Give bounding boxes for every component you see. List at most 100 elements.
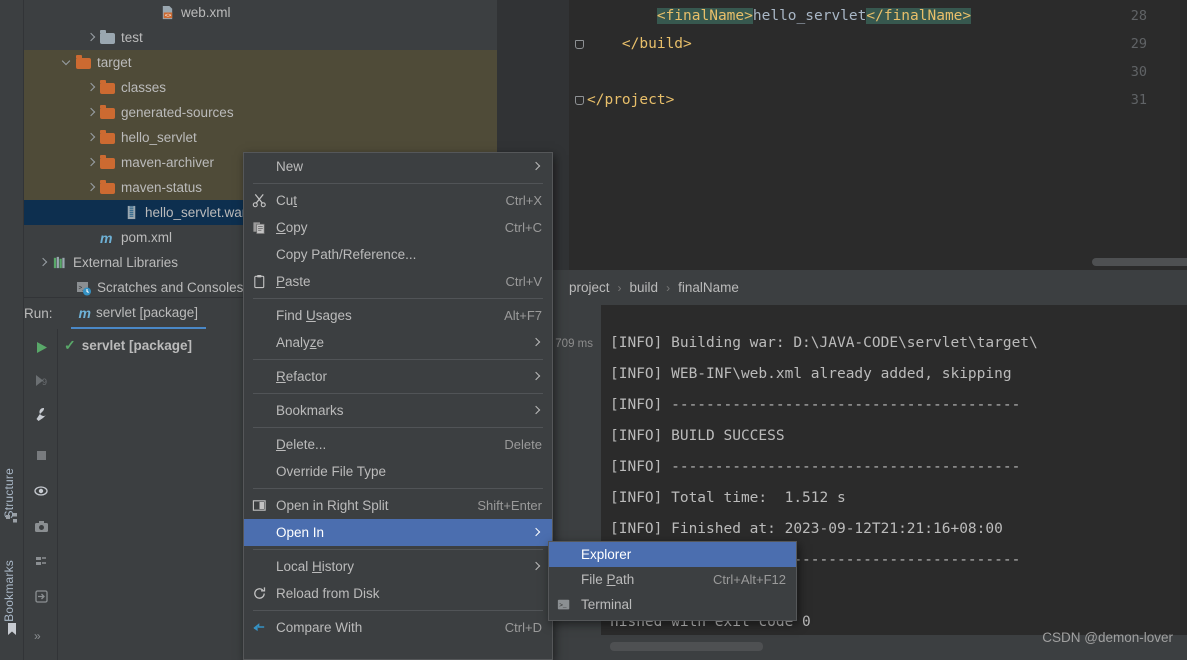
menu-item-shortcut: Ctrl+V	[505, 274, 542, 289]
run-tab-servlet[interactable]: m servlet [package]	[70, 298, 207, 329]
chevron-right-icon[interactable]	[86, 157, 97, 168]
chevron-right-icon	[531, 405, 542, 416]
code-editor[interactable]: 28 <finalName>hello_servlet</finalName> 2…	[497, 0, 1187, 270]
terminal-icon: >_	[557, 599, 570, 609]
svg-text:>_: >_	[559, 602, 567, 609]
menu-item-label: Refactor	[276, 369, 328, 384]
maven-icon: m	[78, 304, 91, 321]
run-result-row[interactable]: ✓ servlet [package]	[64, 337, 192, 354]
menu-item-find-usages[interactable]: Find Usages Alt+F7	[244, 302, 552, 329]
indent-spacer	[24, 287, 62, 288]
reload-icon	[254, 586, 266, 599]
more-icon[interactable]: »	[34, 629, 49, 644]
code-token: </project>	[587, 92, 675, 108]
code-token: hello_servlet	[752, 8, 867, 24]
compare-icon	[252, 620, 270, 636]
export-icon[interactable]	[34, 589, 49, 604]
thread-dump-icon[interactable]	[34, 554, 49, 569]
submenu-item-label: Explorer	[581, 547, 632, 562]
scissors-icon	[252, 193, 266, 207]
code-token: <finalName>	[656, 8, 753, 24]
scratches-icon: >_	[76, 280, 92, 296]
breadcrumb-item[interactable]: finalName	[678, 280, 739, 295]
menu-item-paste[interactable]: Paste Ctrl+V	[244, 268, 552, 295]
submenu-item-file-path[interactable]: File Path Ctrl+Alt+F12	[549, 567, 796, 592]
tree-row[interactable]: test	[24, 25, 497, 50]
bookmark-icon	[8, 623, 16, 635]
stop-icon[interactable]	[34, 448, 49, 463]
editor-line-number: 29	[1130, 36, 1147, 52]
folder-shape	[100, 179, 115, 194]
menu-item-new[interactable]: New	[244, 153, 552, 180]
submenu-item-explorer[interactable]: Explorer	[549, 542, 796, 567]
breadcrumb[interactable]: project › build › finalName	[497, 270, 1187, 305]
tree-row-label: web.xml	[181, 5, 231, 20]
chevron-right-icon[interactable]	[86, 182, 97, 193]
menu-icon-placeholder	[252, 308, 270, 324]
menu-item-open-in-right-split[interactable]: Open in Right Split Shift+Enter	[244, 492, 552, 519]
watermark: CSDN @demon-lover	[1042, 630, 1173, 645]
breadcrumb-item[interactable]: project	[569, 280, 610, 295]
menu-item-copy[interactable]: Copy Ctrl+C	[244, 214, 552, 241]
folder-orange-icon	[100, 79, 116, 96]
svg-text:9: 9	[42, 377, 47, 387]
run-tab-label: servlet [package]	[95, 305, 199, 320]
chevron-right-icon[interactable]	[86, 82, 97, 93]
indent-spacer	[24, 62, 62, 63]
tool-button-structure[interactable]: Structure	[2, 468, 16, 519]
code-fold-marker[interactable]	[575, 96, 584, 105]
editor-horizontal-scrollbar[interactable]	[1092, 258, 1187, 266]
folder-shape	[100, 154, 115, 169]
menu-item-compare-with[interactable]: Compare With Ctrl+D	[244, 614, 552, 641]
menu-separator	[253, 298, 543, 299]
copy-icon	[252, 220, 270, 236]
menu-item-delete[interactable]: Delete... Delete	[244, 431, 552, 458]
chevron-right-icon[interactable]	[86, 132, 97, 143]
run-icon[interactable]	[34, 340, 49, 355]
tree-row[interactable]: classes	[24, 75, 497, 100]
no-arrow-spacer	[146, 7, 157, 18]
menu-item-override-file-type[interactable]: Override File Type	[244, 458, 552, 485]
chevron-right-icon[interactable]	[38, 257, 49, 268]
eye-icon[interactable]	[34, 484, 49, 499]
indent-spacer	[24, 262, 38, 263]
tree-row[interactable]: generated-sources	[24, 100, 497, 125]
menu-item-cut[interactable]: Cut Ctrl+X	[244, 187, 552, 214]
tool-button-bookmarks[interactable]: Bookmarks	[2, 560, 16, 622]
chevron-right-icon[interactable]	[86, 32, 97, 43]
chevron-right-icon[interactable]	[86, 107, 97, 118]
open-in-submenu[interactable]: Explorer File Path Ctrl+Alt+F12 >_ Terminal	[548, 541, 797, 621]
console-horizontal-scrollbar[interactable]	[610, 642, 763, 651]
folder-orange-icon	[76, 54, 92, 71]
menu-item-reload-from-disk[interactable]: Reload from Disk	[244, 580, 552, 607]
reload-icon	[252, 586, 270, 602]
breadcrumb-separator: ›	[666, 280, 671, 295]
menu-item-local-history[interactable]: Local History	[244, 553, 552, 580]
console-line: [INFO] BUILD SUCCESS	[610, 428, 785, 444]
tree-row[interactable]: target	[24, 50, 497, 75]
chevron-right-icon	[531, 371, 542, 382]
tree-row-label: pom.xml	[121, 230, 173, 245]
menu-item-bookmarks[interactable]: Bookmarks	[244, 397, 552, 424]
folder-orange-icon	[100, 154, 116, 171]
editor-line-number: 30	[1130, 64, 1147, 80]
settings-wrench-icon[interactable]	[34, 407, 49, 422]
rerun-failed-icon[interactable]: 9	[34, 373, 49, 388]
tree-row[interactable]: hello_servlet	[24, 125, 497, 150]
menu-item-refactor[interactable]: Refactor	[244, 363, 552, 390]
menu-item-open-in[interactable]: Open In	[244, 519, 552, 546]
menu-item-analyze[interactable]: Analyze	[244, 329, 552, 356]
submenu-item-shortcut: Ctrl+Alt+F12	[713, 572, 786, 587]
menu-item-copy-path-reference[interactable]: Copy Path/Reference...	[244, 241, 552, 268]
ide-window: Structure Bookmarks <> web.xml test target c…	[0, 0, 1187, 660]
chevron-down-icon[interactable]	[62, 57, 73, 68]
tree-row[interactable]: <> web.xml	[24, 0, 497, 25]
tree-row-label: maven-archiver	[121, 155, 215, 170]
context-menu[interactable]: New Cut Ctrl+X Copy Ctrl+C Copy Path/Referenc…	[243, 152, 553, 660]
breadcrumb-item[interactable]: build	[630, 280, 659, 295]
menu-item-label: Cut	[276, 193, 298, 208]
code-fold-marker[interactable]	[575, 40, 584, 49]
camera-icon[interactable]	[34, 519, 49, 534]
submenu-item-terminal[interactable]: >_ Terminal	[549, 592, 796, 617]
menu-icon-placeholder	[252, 159, 270, 175]
